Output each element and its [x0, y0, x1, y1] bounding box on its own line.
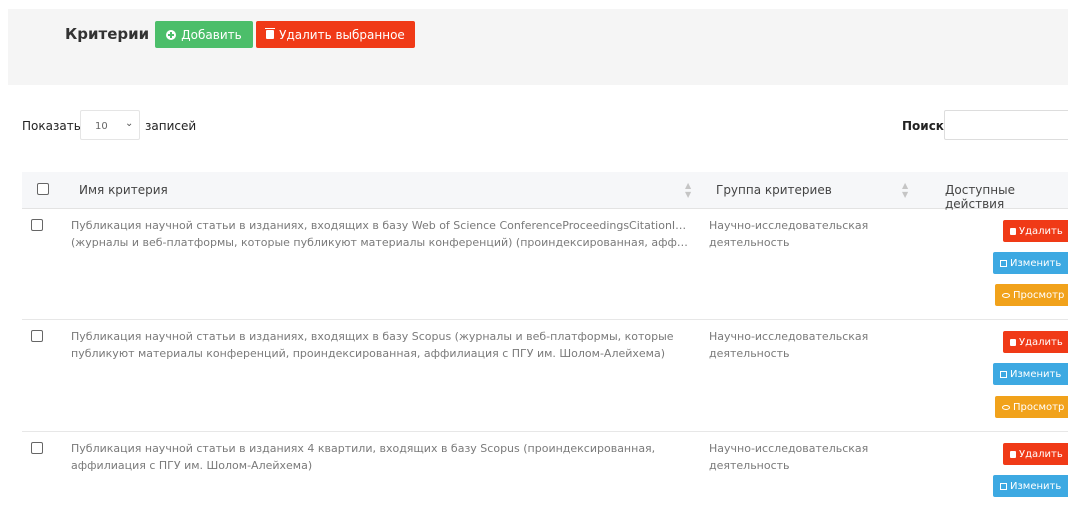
- sort-icon: ▲ ▼: [685, 181, 692, 199]
- add-button[interactable]: Добавить: [155, 21, 253, 48]
- criteria-group: Научно-исследовательская деятельность: [709, 330, 869, 360]
- add-button-label: Добавить: [181, 27, 242, 42]
- delete-selected-button[interactable]: Удалить выбранное: [256, 21, 415, 48]
- table-row: Публикация научной статьи в изданиях, вх…: [22, 320, 1068, 432]
- trash-icon: [265, 28, 276, 39]
- search-input[interactable]: [944, 110, 1068, 140]
- edit-icon: [1000, 259, 1007, 267]
- edit-icon: [1000, 482, 1007, 490]
- row-checkbox[interactable]: [31, 330, 43, 342]
- view-button[interactable]: Просмотр: [995, 284, 1068, 306]
- column-header-criteria-group[interactable]: Группа критериев: [716, 183, 832, 197]
- show-entries-label: Показать: [22, 119, 81, 133]
- entries-per-page-value: 10: [95, 121, 108, 132]
- delete-button[interactable]: Удалить: [1003, 220, 1068, 242]
- page-title: Критерии: [65, 25, 150, 43]
- criteria-group: Научно-исследовательская деятельность: [709, 442, 869, 472]
- column-header-criterion-name[interactable]: Имя критерия: [79, 183, 168, 197]
- search-label: Поиск:: [902, 119, 949, 133]
- trash-icon: [1010, 338, 1016, 346]
- table-row: Публикация научной статьи в изданиях 4 к…: [22, 432, 1068, 512]
- view-button[interactable]: Просмотр: [995, 396, 1068, 418]
- chevron-down-icon: ⌄: [125, 118, 134, 129]
- edit-button[interactable]: Изменить: [993, 363, 1068, 385]
- criterion-name: Публикация научной статьи в изданиях, вх…: [71, 330, 674, 360]
- eye-icon: [1002, 292, 1010, 298]
- trash-icon: [1010, 450, 1016, 458]
- eye-icon: [1002, 404, 1010, 410]
- edit-button[interactable]: Изменить: [993, 252, 1068, 274]
- delete-button[interactable]: Удалить: [1003, 443, 1068, 465]
- delete-button[interactable]: Удалить: [1003, 331, 1068, 353]
- row-checkbox[interactable]: [31, 442, 43, 454]
- delete-selected-label: Удалить выбранное: [279, 27, 405, 42]
- plus-circle-icon: [166, 29, 177, 40]
- entries-per-page-select[interactable]: 10 ⌄: [80, 110, 140, 140]
- edit-button[interactable]: Изменить: [993, 475, 1068, 497]
- criterion-name: Публикация научной статьи в изданиях 4 к…: [71, 442, 656, 472]
- table-header: Имя критерия ▲ ▼ Группа критериев ▲ ▼ Дост…: [22, 172, 1068, 211]
- edit-icon: [1000, 370, 1007, 378]
- row-checkbox[interactable]: [31, 219, 43, 231]
- table-row: Публикация научной статьи в изданиях, вх…: [22, 209, 1068, 320]
- column-header-actions: Доступные действия: [945, 183, 1015, 211]
- criterion-name: Публикация научной статьи в изданиях, вх…: [71, 219, 693, 249]
- records-label: записей: [145, 119, 197, 133]
- select-all-checkbox[interactable]: [37, 183, 49, 195]
- criteria-group: Научно-исследовательская деятельность: [709, 219, 869, 249]
- trash-icon: [1010, 227, 1016, 235]
- sort-icon: ▲ ▼: [902, 181, 909, 199]
